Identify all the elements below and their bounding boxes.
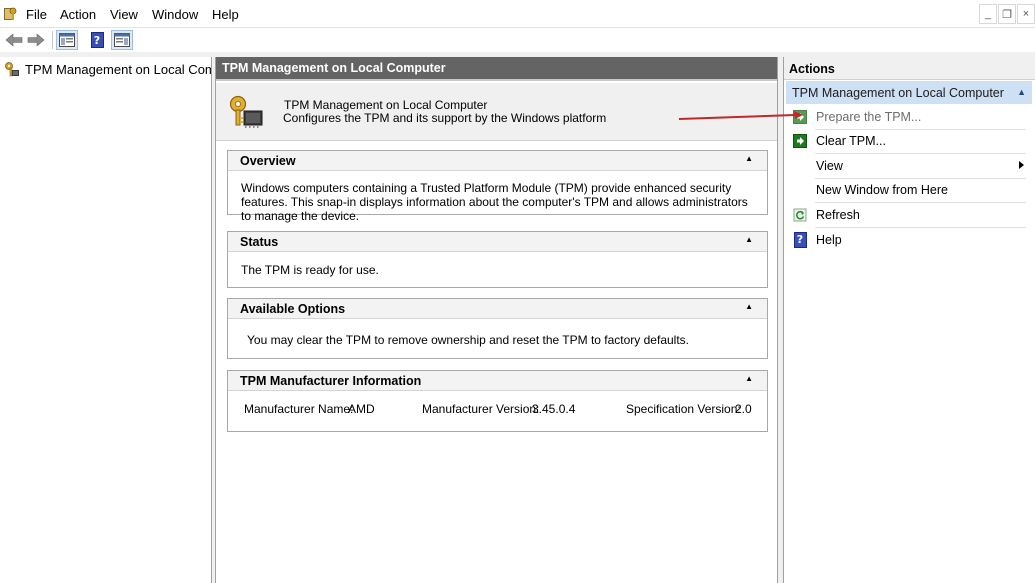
tpm-chip-key-icon — [229, 95, 263, 128]
status-section-header[interactable]: Status ▲ — [228, 232, 767, 252]
menu-bar: File Action View Window Help _ ❐ × — [0, 0, 1035, 28]
manufacturer-version-value: 3.45.0.4 — [532, 402, 576, 416]
action-label: Help — [816, 232, 842, 247]
show-hide-console-tree-button[interactable] — [56, 30, 78, 50]
specification-version-label: Specification Version: — [626, 402, 741, 416]
specification-version-value: 2.0 — [735, 402, 752, 416]
app-icon[interactable] — [3, 6, 17, 22]
action-label: Clear TPM... — [816, 133, 886, 148]
green-arrow-icon — [793, 109, 807, 124]
status-text: The TPM is ready for use. — [241, 263, 379, 277]
manufacturer-section: TPM Manufacturer Information ▲ Manufactu… — [227, 370, 768, 432]
banner-title: TPM Management on Local Computer — [284, 98, 488, 112]
actions-group-header[interactable]: TPM Management on Local Computer ▲ — [786, 81, 1032, 104]
overview-section-header[interactable]: Overview ▲ — [228, 151, 767, 171]
show-hide-console-tree-icon — [59, 33, 75, 47]
forward-icon — [27, 33, 45, 47]
refresh-icon — [793, 208, 807, 221]
banner-description: Configures the TPM and its support by th… — [283, 111, 607, 125]
manufacturer-section-title: TPM Manufacturer Information — [240, 374, 422, 388]
available-options-section-header[interactable]: Available Options ▲ — [228, 299, 767, 319]
available-options-section: Available Options ▲ You may clear the TP… — [227, 298, 768, 359]
menu-window[interactable]: Window — [152, 7, 198, 22]
action-help[interactable]: ? Help — [784, 228, 1030, 251]
snapin-banner: TPM Management on Local Computer Configu… — [216, 83, 777, 141]
collapse-caret-icon[interactable]: ▲ — [1017, 87, 1026, 97]
help-icon: ? — [793, 231, 807, 248]
available-options-text: You may clear the TPM to remove ownershi… — [247, 333, 689, 347]
tree-item-tpm-management[interactable]: TPM Management on Local Computer — [4, 60, 211, 78]
action-view[interactable]: View — [784, 154, 1030, 177]
collapse-caret-icon[interactable]: ▲ — [745, 374, 753, 383]
action-prepare-tpm[interactable]: Prepare the TPM... — [784, 105, 1030, 128]
help-icon: ? — [90, 32, 104, 48]
minimize-button[interactable]: _ — [979, 4, 997, 24]
collapse-caret-icon[interactable]: ▲ — [745, 302, 753, 311]
collapse-caret-icon[interactable]: ▲ — [745, 235, 753, 244]
menu-help[interactable]: Help — [212, 7, 239, 22]
overview-section-title: Overview — [240, 154, 296, 168]
menu-action[interactable]: Action — [60, 7, 96, 22]
console-tree: TPM Management on Local Computer — [0, 57, 212, 583]
action-label: Prepare the TPM... — [816, 109, 922, 124]
status-section-title: Status — [240, 235, 279, 249]
submenu-arrow-icon — [1019, 161, 1024, 169]
back-button[interactable] — [4, 30, 24, 50]
menu-file[interactable]: File — [26, 7, 47, 22]
action-label: New Window from Here — [816, 182, 948, 197]
actions-pane: Actions TPM Management on Local Computer… — [783, 57, 1035, 583]
show-hide-action-pane-icon — [114, 33, 130, 47]
collapse-caret-icon[interactable]: ▲ — [745, 154, 753, 163]
overview-text: Windows computers containing a Trusted P… — [241, 181, 748, 223]
center-pane-title: TPM Management on Local Computer — [216, 57, 777, 81]
center-pane: TPM Management on Local Computer TPM Man… — [215, 57, 778, 583]
manufacturer-name-value: AMD — [348, 402, 375, 416]
action-label: View — [816, 158, 843, 173]
back-icon — [5, 33, 23, 47]
help-toolbar-button[interactable]: ? — [88, 30, 106, 50]
manufacturer-version-label: Manufacturer Version: — [422, 402, 540, 416]
window-controls: _ ❐ × — [978, 4, 1035, 26]
toolbar: ? — [0, 28, 1035, 52]
available-options-section-title: Available Options — [240, 302, 346, 316]
tree-item-label: TPM Management on Local Computer — [25, 61, 211, 77]
manufacturer-section-header[interactable]: TPM Manufacturer Information ▲ — [228, 371, 767, 391]
tpm-key-icon — [5, 62, 19, 77]
manufacturer-info-row: Manufacturer Name: AMD Manufacturer Vers… — [228, 391, 767, 416]
manufacturer-name-label: Manufacturer Name: — [244, 402, 354, 416]
action-refresh[interactable]: Refresh — [784, 203, 1030, 226]
close-button[interactable]: × — [1017, 4, 1035, 24]
action-new-window[interactable]: New Window from Here — [784, 178, 1030, 201]
menu-view[interactable]: View — [110, 7, 138, 22]
toolbar-separator — [52, 31, 53, 49]
restore-button[interactable]: ❐ — [998, 4, 1016, 24]
status-section: Status ▲ The TPM is ready for use. — [227, 231, 768, 288]
green-arrow-icon — [793, 133, 807, 148]
action-clear-tpm[interactable]: Clear TPM... — [784, 129, 1030, 152]
forward-button[interactable] — [26, 30, 46, 50]
overview-section: Overview ▲ Windows computers containing … — [227, 150, 768, 223]
action-label: Refresh — [816, 207, 860, 222]
actions-group-label: TPM Management on Local Computer — [792, 86, 1004, 100]
show-hide-action-pane-button[interactable] — [111, 30, 133, 50]
actions-pane-title: Actions — [784, 57, 1035, 80]
